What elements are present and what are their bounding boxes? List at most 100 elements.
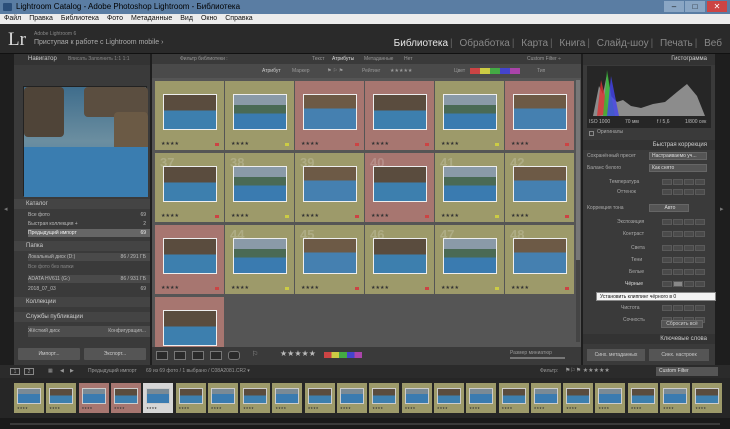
module-book[interactable]: Книга	[559, 38, 585, 49]
contrast-buttons[interactable]	[661, 231, 705, 238]
left-panel-toggle-icon[interactable]: ◂	[4, 205, 8, 213]
filmstrip-thumbnail[interactable]: ★★★★	[433, 383, 464, 413]
filmstrip-source[interactable]: Предыдущий импорт	[88, 365, 137, 378]
filmstrip-thumbnail[interactable]: ★★★★	[401, 383, 432, 413]
thumbnail-rating[interactable]: ★★★★	[441, 213, 459, 219]
sync-settings-button[interactable]: Синх. настроек	[649, 349, 709, 361]
mobile-message[interactable]: Приступая к работе с Lightroom mobile ›	[34, 39, 163, 46]
module-web[interactable]: Веб	[704, 38, 722, 49]
menu-window[interactable]: Окно	[197, 14, 221, 24]
filmstrip-thumbnail[interactable]: ★★★★	[498, 383, 529, 413]
auto-tone-button[interactable]: Авто	[649, 204, 689, 212]
navigator-header[interactable]: Навигатор Вписать Заполнить 1:1 1:1	[14, 54, 150, 65]
color-label-marker[interactable]	[215, 215, 219, 218]
color-label-marker[interactable]	[495, 143, 499, 146]
flag-icons[interactable]: ⚑ ⚐ ⚑	[327, 64, 343, 78]
publish-services-header[interactable]: Службы публикации	[14, 312, 150, 322]
thumbnail-size-slider[interactable]	[510, 357, 565, 359]
navigator-zoom-options[interactable]: Вписать Заполнить 1:1 1:1	[68, 54, 130, 65]
module-map[interactable]: Карта	[521, 38, 548, 49]
filmstrip-thumbnail[interactable]: ★★★★	[46, 383, 77, 413]
filmstrip-thumbnail[interactable]: ★★★★	[466, 383, 497, 413]
thumbnail-rating[interactable]: ★★★★	[161, 213, 179, 219]
filmstrip-thumbnail[interactable]: ★★★★	[110, 383, 141, 413]
menu-edit[interactable]: Правка	[25, 14, 57, 24]
photo-thumbnail[interactable]	[233, 238, 287, 274]
photo-thumbnail[interactable]	[303, 238, 357, 274]
grid-cell[interactable]: ★★★★	[155, 81, 225, 151]
close-button[interactable]: ✕	[707, 1, 727, 12]
filmstrip-thumbnail[interactable]: ★★★★	[175, 383, 206, 413]
grid-scrollbar[interactable]	[576, 80, 580, 342]
color-label-marker[interactable]	[565, 287, 569, 290]
minimize-button[interactable]: –	[664, 1, 684, 12]
filmstrip-scrollbar[interactable]	[10, 423, 720, 425]
menu-metadata[interactable]: Метаданные	[127, 14, 176, 24]
thumbnail-rating[interactable]: ★★★★	[511, 285, 529, 291]
filter-tab-attribute[interactable]: Атрибуты	[332, 54, 354, 64]
histogram-header[interactable]: Гистограмма	[583, 54, 715, 65]
grid-icon[interactable]: ▦	[48, 365, 53, 378]
color-label-marker[interactable]	[215, 143, 219, 146]
right-panel-toggle-icon[interactable]: ▸	[720, 205, 724, 213]
grid-view-icon[interactable]	[156, 351, 168, 360]
originals-checkbox[interactable]	[589, 131, 594, 136]
photo-thumbnail[interactable]	[163, 94, 217, 130]
photo-thumbnail[interactable]	[443, 166, 497, 202]
volume-local-disk[interactable]: Локальный диск (D:) 86 / 291 ГБ	[28, 253, 150, 261]
thumbnail-rating[interactable]: ★★★★	[161, 141, 179, 147]
photo-thumbnail[interactable]	[373, 94, 427, 130]
grid-cell[interactable]: 45 ★★★★	[295, 225, 365, 295]
filmstrip-thumbnail[interactable]: ★★★★	[692, 383, 723, 413]
filmstrip-count[interactable]: 69 из 69 фото / 1 выбрано / C08A2081.CR2…	[146, 365, 250, 378]
toolbar-rating-stars[interactable]: ★★★★★	[280, 349, 316, 358]
menu-file[interactable]: Файл	[0, 14, 25, 24]
filmstrip-thumbnail[interactable]: ★★★★	[595, 383, 626, 413]
photo-thumbnail[interactable]	[513, 166, 567, 202]
secondary-window-button[interactable]: 2	[24, 368, 34, 375]
grid-cell[interactable]: 48 ★★★★	[505, 225, 575, 295]
grid-cell[interactable]: ★★★★	[435, 81, 505, 151]
grid-cell[interactable]: 44 ★★★★	[225, 225, 295, 295]
menu-help[interactable]: Справка	[221, 14, 256, 24]
color-label-marker[interactable]	[565, 143, 569, 146]
primary-window-button[interactable]: 1	[10, 368, 20, 375]
color-label-marker[interactable]	[495, 287, 499, 290]
grid-cell[interactable]: ★★★★	[295, 81, 365, 151]
thumbnail-rating[interactable]: ★★★★	[231, 213, 249, 219]
grid-cell[interactable]: ★★★★	[365, 81, 435, 151]
publish-hard-drive[interactable]: Жёсткий диск Конфигурация...	[28, 326, 150, 337]
shadows-buttons[interactable]	[661, 257, 705, 264]
filmstrip-thumbnail[interactable]: ★★★★	[272, 383, 303, 413]
grid-cell[interactable]: 41 ★★★★	[435, 153, 505, 223]
loupe-view-icon[interactable]	[174, 351, 186, 360]
thumbnail-rating[interactable]: ★★★★	[301, 285, 319, 291]
color-label-marker[interactable]	[285, 215, 289, 218]
menu-view[interactable]: Вид	[176, 14, 197, 24]
photo-thumbnail[interactable]	[163, 238, 217, 274]
grid-cell[interactable]: 42 ★★★★	[505, 153, 575, 223]
photo-thumbnail[interactable]	[163, 166, 217, 202]
grid-cell[interactable]: 40 ★★★★	[365, 153, 435, 223]
thumbnail-rating[interactable]: ★★★★	[301, 213, 319, 219]
filmstrip-thumbnail[interactable]: ★★★★	[337, 383, 367, 413]
menu-library[interactable]: Библиотека	[57, 14, 103, 24]
module-develop[interactable]: Обработка	[459, 38, 509, 49]
module-slideshow[interactable]: Слайд-шоу	[597, 38, 649, 49]
thumbnail-rating[interactable]: ★★★★	[301, 141, 319, 147]
thumbnail-rating[interactable]: ★★★★	[161, 285, 179, 291]
thumbnail-rating[interactable]: ★★★★	[231, 285, 249, 291]
catalog-all-photos[interactable]: Все фото 69	[28, 211, 150, 219]
filmstrip-thumbnail[interactable]: ★★★★	[14, 383, 44, 413]
thumbnail-rating[interactable]: ★★★★	[511, 141, 529, 147]
exposure-buttons[interactable]	[661, 219, 705, 226]
rating-stars-icon[interactable]: ★★★★★	[390, 64, 412, 78]
photo-thumbnail[interactable]	[443, 238, 497, 274]
thumbnail-rating[interactable]: ★★★★	[231, 141, 249, 147]
filmstrip-thumbnail[interactable]: ★★★★	[143, 383, 174, 413]
flag-toolbar-icon[interactable]: ⚐	[252, 350, 258, 358]
photo-thumbnail[interactable]	[303, 94, 357, 130]
compare-view-icon[interactable]	[192, 351, 204, 360]
folder-unfoldered[interactable]: Все фото без папки	[28, 263, 150, 271]
color-label-marker[interactable]	[425, 287, 429, 290]
